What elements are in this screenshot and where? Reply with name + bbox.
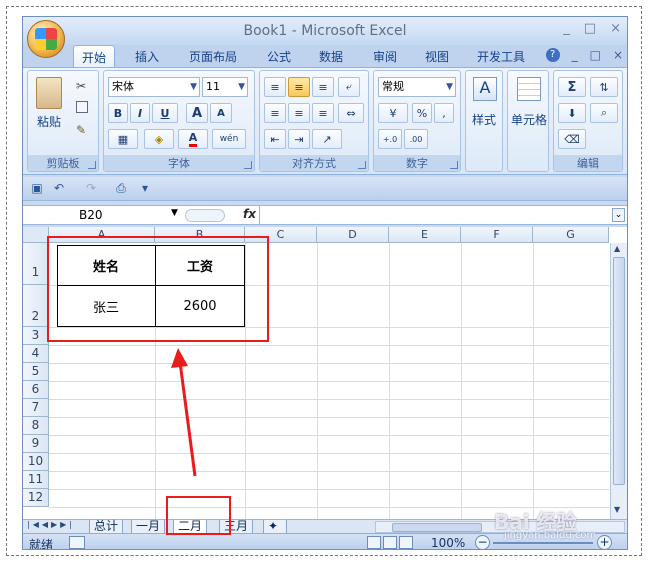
annotation-arrow-line [178,361,197,477]
annotation-arrow-head [171,348,188,368]
baidu-watermark-url: jingyan.baidu.com [504,530,597,541]
annotation-arrow-icon [171,348,197,477]
office-button[interactable] [27,20,65,58]
office-logo-icon [35,28,57,50]
